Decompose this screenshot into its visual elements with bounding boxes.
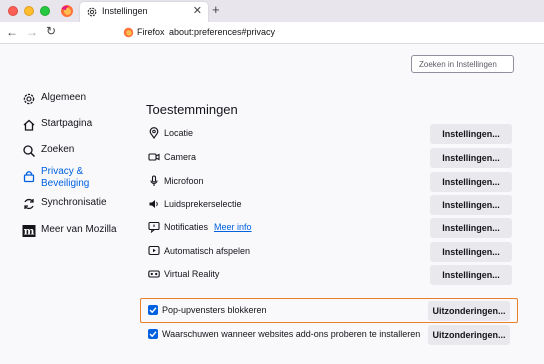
- speaker-icon: [149, 200, 158, 208]
- permission-row-notifications: Notificaties Meer info Instellingen...: [148, 218, 512, 238]
- camera-icon: [148, 153, 160, 161]
- home-icon: [23, 119, 35, 131]
- identity-label: Firefox: [137, 27, 165, 37]
- navigation-bar: ← → ↻ Firefox about:preferences#privacy: [0, 22, 544, 44]
- addon-warning-checkbox[interactable]: [148, 329, 158, 339]
- permission-row-vr: Virtual Reality Instellingen...: [148, 265, 512, 285]
- back-button[interactable]: ←: [6, 25, 18, 39]
- sync-icon: [24, 198, 34, 210]
- sidebar-item-label: Zoeken: [41, 144, 75, 155]
- page-title: Toestemmingen: [146, 102, 238, 117]
- svg-text:m: m: [24, 227, 35, 238]
- gear-icon: [23, 93, 35, 105]
- zoom-window-button[interactable]: [40, 6, 50, 16]
- new-tab-button[interactable]: +: [212, 2, 220, 17]
- permission-row-microphone: Microfoon Instellingen...: [148, 172, 512, 192]
- permission-row-camera: Camera Instellingen...: [148, 148, 512, 168]
- tab-instellingen[interactable]: Instellingen ✕: [80, 2, 208, 22]
- permission-label: Locatie: [164, 128, 194, 138]
- title-bar: Instellingen ✕ +: [0, 0, 544, 22]
- location-icon: [149, 127, 159, 139]
- autoplay-settings-button[interactable]: Instellingen...: [430, 242, 512, 262]
- addon-exceptions-button[interactable]: Uitzonderingen...: [428, 325, 510, 345]
- reload-button[interactable]: ↻: [46, 24, 56, 38]
- vr-settings-button[interactable]: Instellingen...: [430, 265, 512, 285]
- location-settings-button[interactable]: Instellingen...: [430, 124, 512, 144]
- settings-search-input[interactable]: Zoeken in Instellingen: [411, 55, 514, 73]
- addon-warning-row: Waarschuwen wanneer websites add-ons pro…: [148, 325, 512, 345]
- autoplay-icon: [148, 245, 160, 256]
- notifications-settings-button[interactable]: Instellingen...: [430, 218, 512, 238]
- microphone-settings-button[interactable]: Instellingen...: [430, 172, 512, 192]
- firefox-pinned-tab-icon[interactable]: [60, 4, 74, 18]
- permission-label: Luidsprekerselectie: [164, 199, 242, 209]
- permission-row-location: Locatie Instellingen...: [148, 124, 512, 144]
- url-bar[interactable]: Firefox about:preferences#privacy: [116, 24, 516, 42]
- more-info-link[interactable]: Meer info: [214, 222, 252, 232]
- permission-label: Virtual Reality: [164, 269, 220, 279]
- forward-button[interactable]: →: [26, 25, 38, 39]
- firefox-icon: [123, 27, 134, 38]
- speaker-settings-button[interactable]: Instellingen...: [430, 195, 512, 215]
- notification-icon: [148, 221, 160, 233]
- permission-label: Automatisch afspelen: [164, 246, 251, 256]
- gear-icon: [87, 7, 97, 17]
- lock-icon: [23, 171, 35, 183]
- camera-settings-button[interactable]: Instellingen...: [430, 148, 512, 168]
- popup-block-checkbox[interactable]: [148, 305, 158, 315]
- popup-exceptions-button[interactable]: Uitzonderingen...: [428, 301, 510, 321]
- close-tab-icon[interactable]: ✕: [193, 4, 202, 17]
- microphone-icon: [150, 175, 158, 186]
- mozilla-icon: m: [22, 225, 36, 238]
- permission-label: Microfoon: [164, 176, 204, 186]
- sidebar-item-label: Privacy & Beveiliging: [41, 166, 90, 189]
- minimize-window-button[interactable]: [24, 6, 34, 16]
- sidebar-item-label: Algemeen: [41, 92, 87, 103]
- close-window-button[interactable]: [8, 6, 18, 16]
- search-icon: [23, 145, 36, 158]
- permission-row-autoplay: Automatisch afspelen Instellingen...: [148, 242, 512, 262]
- vr-icon: [148, 270, 160, 278]
- permission-label: Camera: [164, 152, 197, 162]
- tab-title: Instellingen: [102, 6, 148, 16]
- url-text[interactable]: about:preferences#privacy: [169, 27, 275, 37]
- sidebar-item-label: Meer van Mozilla: [41, 224, 117, 235]
- sidebar-item-label: Synchronisatie: [41, 197, 107, 208]
- popup-block-label: Pop-upvensters blokkeren: [162, 305, 267, 315]
- addon-warning-label: Waarschuwen wanneer websites add-ons pro…: [162, 329, 421, 339]
- sidebar-item-label: Startpagina: [41, 118, 93, 129]
- permission-row-speaker: Luidsprekerselectie Instellingen...: [148, 195, 512, 215]
- popup-block-row: Pop-upvensters blokkeren Uitzonderingen.…: [148, 301, 512, 321]
- permission-label: Notificaties Meer info: [164, 222, 252, 232]
